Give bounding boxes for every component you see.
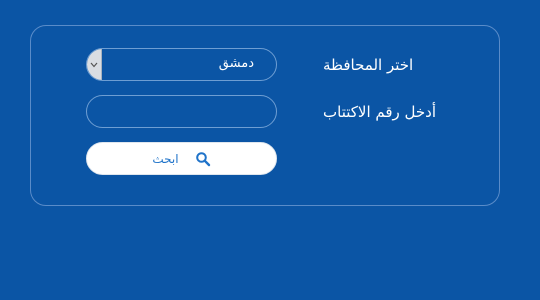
governorate-selected-value: دمشق: [218, 56, 254, 71]
search-button-label: ابحث: [152, 151, 179, 166]
search-icon: [195, 151, 211, 167]
governorate-label: اختر المحافظة: [323, 56, 414, 74]
governorate-select[interactable]: دمشق: [86, 48, 277, 81]
chevron-down-icon[interactable]: [87, 49, 102, 80]
subscription-number-input[interactable]: [86, 95, 277, 128]
subscription-number-label: أدخل رقم الاكتتاب: [323, 103, 437, 121]
search-button[interactable]: ابحث: [86, 142, 277, 175]
